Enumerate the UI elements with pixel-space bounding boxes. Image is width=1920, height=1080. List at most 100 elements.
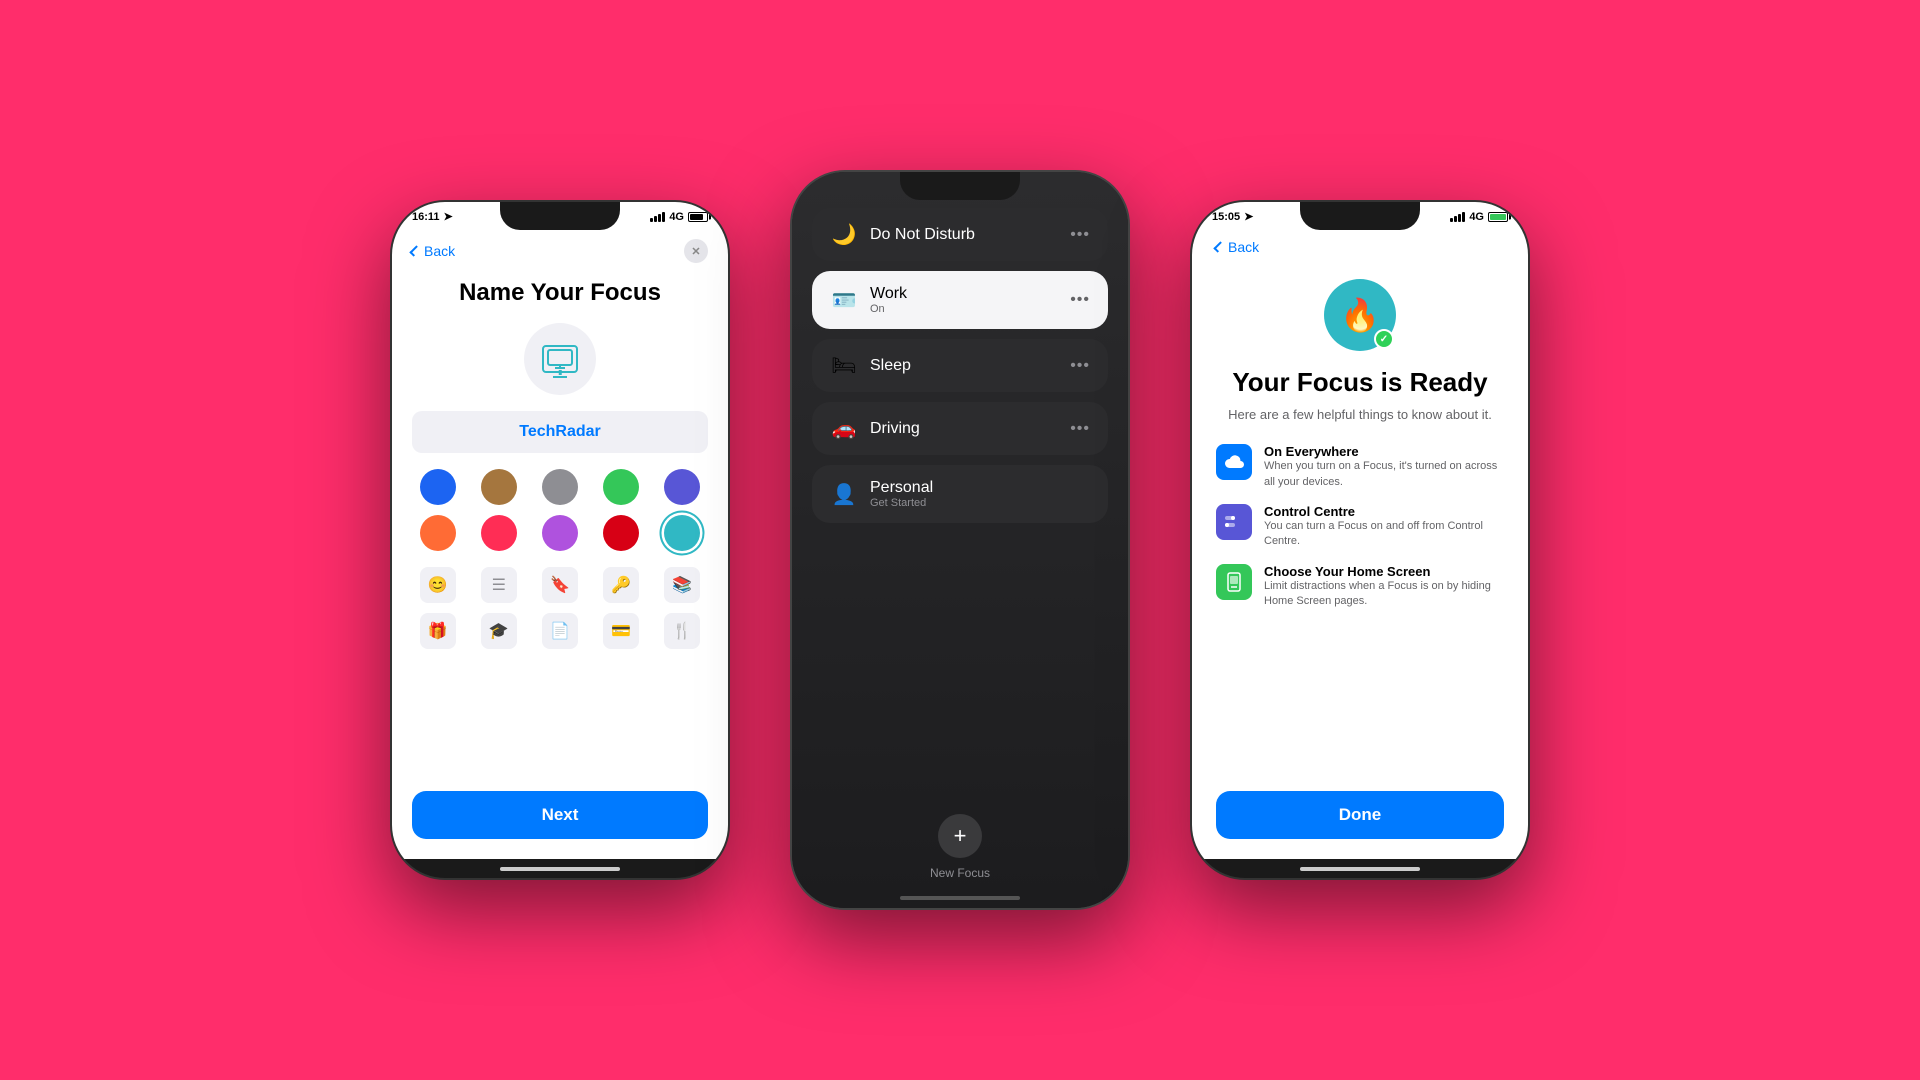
focus-item-dnd[interactable]: 🌙 Do Not Disturb ••• [812, 208, 1108, 261]
icon-key[interactable]: 🔑 [603, 567, 639, 603]
feature-text-control: Control Centre You can turn a Focus on a… [1264, 504, 1504, 550]
feature-desc-everywhere: When you turn on a Focus, it's turned on… [1264, 459, 1504, 490]
dnd-name: Do Not Disturb [870, 226, 1058, 244]
monitor-icon [542, 345, 578, 373]
driving-text: Driving [870, 420, 1058, 438]
status-time-3: 15:05 ➤ [1212, 210, 1253, 223]
icon-grid: 😊 ☰ 🔖 🔑 📚 🎁 🎓 📄 💳 🍴 [412, 567, 708, 649]
battery-3 [1488, 212, 1508, 222]
icon-card[interactable]: 💳 [603, 613, 639, 649]
feature-text-everywhere: On Everywhere When you turn on a Focus, … [1264, 444, 1504, 490]
home-indicator-2 [900, 896, 1020, 900]
nav-row-3: Back [1216, 239, 1504, 255]
back-label-3: Back [1228, 239, 1259, 255]
focus-ready-icon: 🔥 ✓ [1324, 279, 1396, 351]
phone-3: 15:05 ➤ 4G Back 🔥 [1190, 200, 1530, 880]
icon-list[interactable]: ☰ [481, 567, 517, 603]
screen-1-content: Back ✕ Name Your Focus [392, 227, 728, 859]
dnd-icon: 🌙 [830, 222, 858, 247]
phone-1: 16:11 ➤ 4G Back ✕ [390, 200, 730, 880]
chevron-left-icon-3 [1213, 241, 1224, 252]
feature-title-homescreen: Choose Your Home Screen [1264, 564, 1504, 579]
dnd-dots[interactable]: ••• [1070, 226, 1090, 244]
signal-1 [650, 212, 665, 222]
feature-desc-homescreen: Limit distractions when a Focus is on by… [1264, 579, 1504, 610]
color-teal[interactable] [664, 515, 700, 551]
time-3: 15:05 [1212, 211, 1240, 223]
home-indicator-1 [500, 867, 620, 871]
add-focus-button[interactable]: + [938, 814, 982, 858]
notch-1 [500, 202, 620, 230]
screen-3-content: Back 🔥 ✓ Your Focus is Ready Here are a … [1192, 227, 1528, 859]
focus-name-input[interactable]: TechRadar [412, 411, 708, 453]
back-button-3[interactable]: Back [1216, 239, 1259, 255]
done-button[interactable]: Done [1216, 791, 1504, 839]
work-dots[interactable]: ••• [1070, 291, 1090, 309]
color-brown[interactable] [481, 469, 517, 505]
ready-subtitle: Here are a few helpful things to know ab… [1216, 406, 1504, 424]
sleep-text: Sleep [870, 357, 1058, 375]
color-grid [412, 469, 708, 551]
focus-item-personal[interactable]: 👤 Personal Get Started [812, 465, 1108, 523]
network-type-1: 4G [669, 211, 684, 223]
icon-bookmark[interactable]: 🔖 [542, 567, 578, 603]
color-blue[interactable] [420, 469, 456, 505]
dnd-text: Do Not Disturb [870, 226, 1058, 244]
color-red[interactable] [603, 515, 639, 551]
icon-emoji[interactable]: 😊 [420, 567, 456, 603]
color-orange[interactable] [420, 515, 456, 551]
time-1: 16:11 [412, 211, 440, 223]
chevron-left-icon-1 [409, 245, 420, 256]
feature-list: On Everywhere When you turn on a Focus, … [1216, 444, 1504, 609]
checkmark-badge: ✓ [1374, 329, 1394, 349]
location-icon-1: ➤ [444, 210, 453, 223]
screen-1: Back ✕ Name Your Focus [392, 227, 728, 859]
sleep-dots[interactable]: ••• [1070, 357, 1090, 375]
phone-2: 🌙 Do Not Disturb ••• 🪪 Work On ••• 🛏 Sle… [790, 170, 1130, 910]
driving-icon: 🚗 [830, 416, 858, 441]
flame-icon: 🔥 [1340, 296, 1380, 334]
screen-2: 🌙 Do Not Disturb ••• 🪪 Work On ••• 🛏 Sle… [792, 172, 1128, 908]
focus-item-work[interactable]: 🪪 Work On ••• [812, 271, 1108, 329]
icon-fork[interactable]: 🍴 [664, 613, 700, 649]
icon-gift[interactable]: 🎁 [420, 613, 456, 649]
back-button-1[interactable]: Back [412, 243, 455, 259]
location-icon-3: ➤ [1244, 210, 1253, 223]
icon-document[interactable]: 📄 [542, 613, 578, 649]
color-gray[interactable] [542, 469, 578, 505]
phone-icon [1216, 564, 1252, 600]
color-pink[interactable] [481, 515, 517, 551]
signal-3 [1450, 212, 1465, 222]
feature-text-homescreen: Choose Your Home Screen Limit distractio… [1264, 564, 1504, 610]
work-sub: On [870, 303, 1058, 315]
color-indigo[interactable] [664, 469, 700, 505]
work-icon: 🪪 [830, 288, 858, 313]
focus-item-sleep[interactable]: 🛏 Sleep ••• [812, 339, 1108, 392]
personal-sub: Get Started [870, 497, 1090, 509]
personal-name: Personal [870, 479, 1090, 497]
close-button-1[interactable]: ✕ [684, 239, 708, 263]
feature-title-everywhere: On Everywhere [1264, 444, 1504, 459]
network-type-3: 4G [1469, 211, 1484, 223]
battery-1 [688, 212, 708, 222]
icon-books[interactable]: 📚 [664, 567, 700, 603]
back-label-1: Back [424, 243, 455, 259]
feature-on-everywhere: On Everywhere When you turn on a Focus, … [1216, 444, 1504, 490]
feature-desc-control: You can turn a Focus on and off from Con… [1264, 519, 1504, 550]
personal-icon: 👤 [830, 482, 858, 507]
driving-dots[interactable]: ••• [1070, 420, 1090, 438]
sleep-icon: 🛏 [830, 353, 858, 378]
focus-item-driving[interactable]: 🚗 Driving ••• [812, 402, 1108, 455]
sleep-name: Sleep [870, 357, 1058, 375]
icon-graduation[interactable]: 🎓 [481, 613, 517, 649]
color-green[interactable] [603, 469, 639, 505]
next-button[interactable]: Next [412, 791, 708, 839]
driving-name: Driving [870, 420, 1058, 438]
screen-3: Back 🔥 ✓ Your Focus is Ready Here are a … [1192, 227, 1528, 859]
feature-control-centre: Control Centre You can turn a Focus on a… [1216, 504, 1504, 550]
status-icons-3: 4G [1450, 211, 1508, 223]
ready-title: Your Focus is Ready [1216, 367, 1504, 398]
color-purple[interactable] [542, 515, 578, 551]
add-label: + [954, 823, 967, 849]
cloud-icon [1216, 444, 1252, 480]
